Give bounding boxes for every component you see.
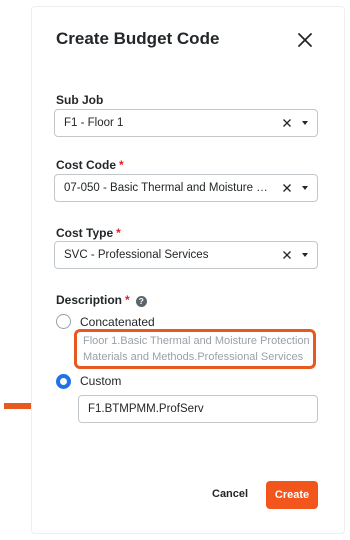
sub-job-select[interactable]: F1 - Floor 1 — [54, 109, 318, 137]
cost-type-select[interactable]: SVC - Professional Services — [54, 241, 318, 269]
dialog-title: Create Budget Code — [56, 29, 220, 48]
cost-type-label-text: Cost Type — [56, 226, 114, 240]
description-label-text: Description — [56, 293, 123, 307]
cost-type-value: SVC - Professional Services — [64, 249, 209, 261]
description-label: Description *? — [56, 293, 147, 307]
sub-job-label-text: Sub Job — [56, 93, 104, 107]
chevron-down-icon[interactable] — [302, 186, 308, 190]
chevron-down-icon[interactable] — [302, 253, 308, 257]
clear-icon[interactable] — [282, 118, 292, 128]
sub-job-label: Sub Job — [56, 93, 103, 107]
concatenated-radio[interactable] — [56, 314, 71, 329]
cost-code-label: Cost Code * — [56, 158, 124, 172]
help-icon[interactable]: ? — [135, 296, 147, 307]
clear-icon[interactable] — [282, 250, 292, 260]
clear-icon[interactable] — [282, 183, 292, 193]
cancel-button[interactable]: Cancel — [212, 488, 248, 500]
annotation-highlight-box — [74, 329, 316, 369]
chevron-down-icon[interactable] — [302, 121, 308, 125]
close-icon[interactable] — [296, 31, 314, 49]
sub-job-value: F1 - Floor 1 — [64, 117, 124, 129]
cost-code-label-text: Cost Code — [56, 158, 116, 172]
custom-radio[interactable] — [56, 374, 71, 389]
cost-type-label: Cost Type * — [56, 226, 121, 240]
custom-radio-label[interactable]: Custom — [80, 374, 121, 388]
required-marker: * — [125, 293, 130, 307]
custom-description-input[interactable] — [78, 395, 318, 423]
concatenated-radio-label[interactable]: Concatenated — [80, 315, 155, 329]
required-marker: * — [116, 226, 121, 240]
create-budget-code-dialog: Create Budget Code Sub Job F1 - Floor 1 … — [31, 6, 345, 534]
required-marker: * — [119, 158, 124, 172]
cost-code-value: 07-050 - Basic Thermal and Moisture Pr..… — [64, 182, 269, 194]
cost-code-select[interactable]: 07-050 - Basic Thermal and Moisture Pr..… — [54, 174, 318, 202]
create-button[interactable]: Create — [266, 481, 318, 509]
